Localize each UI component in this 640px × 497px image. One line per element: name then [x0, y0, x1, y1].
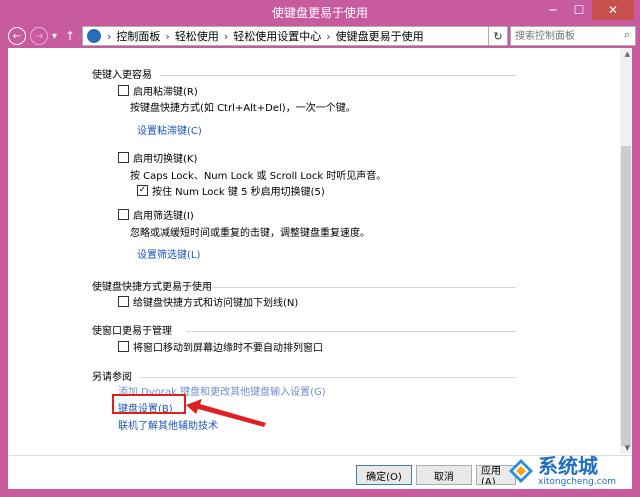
- recent-locations-button[interactable]: ▾: [52, 31, 57, 42]
- checkbox-box[interactable]: [118, 85, 129, 96]
- filter-keys-checkbox[interactable]: 启用筛选键(I): [118, 207, 194, 222]
- breadcrumb[interactable]: › 控制面板 › 轻松使用 › 轻松使用设置中心 › 使键盘更易于使用 ▾: [82, 26, 506, 46]
- vertical-scrollbar[interactable]: ▲ ▼: [620, 48, 632, 454]
- scroll-up-icon[interactable]: ▲: [625, 50, 630, 58]
- watermark: 系统城 xitongcheng.com: [508, 450, 628, 492]
- underline-shortcuts-checkbox[interactable]: 给键盘快捷方式和访问键加下划线(N): [118, 294, 298, 309]
- checkbox-label: 启用粘滞键(R): [133, 87, 198, 98]
- window: 使键盘更易于使用 ─ ☐ ✕ ← → ▾ ↑ › 控制面板 › 轻松使用 › 轻…: [0, 0, 640, 497]
- control-panel-icon: [87, 29, 101, 43]
- checkbox-label: 按住 Num Lock 键 5 秒启用切换键(5): [152, 187, 325, 198]
- setup-filter-keys-link[interactable]: 设置筛选键(L): [137, 246, 200, 261]
- breadcrumb-separator: ›: [107, 29, 112, 43]
- toggle-keys-checkbox[interactable]: 启用切换键(K): [118, 150, 197, 165]
- checkbox-box[interactable]: [118, 341, 129, 352]
- toggle-keys-description: 按 Caps Lock、Num Lock 或 Scroll Lock 时听见声音…: [130, 171, 387, 182]
- sticky-keys-description: 按键盘快捷方式(如 Ctrl+Alt+Del)，一次一个键。: [130, 103, 356, 114]
- watermark-text: 系统城 xitongcheng.com: [538, 455, 616, 487]
- sticky-keys-checkbox[interactable]: 启用粘滞键(R): [118, 83, 198, 98]
- forward-button[interactable]: →: [30, 27, 48, 45]
- cancel-button[interactable]: 取消: [416, 465, 472, 485]
- refresh-button[interactable]: ↻: [488, 26, 508, 46]
- annotation-highlight-box: [112, 394, 186, 414]
- watermark-sub: xitongcheng.com: [538, 477, 616, 487]
- content-pane: ▲ ▼: [8, 48, 632, 489]
- section-title-shortcuts: 使键盘快捷方式更易于使用: [92, 282, 212, 293]
- checkbox-label: 启用切换键(K): [133, 154, 198, 165]
- checkbox-box[interactable]: [118, 209, 129, 220]
- section-title-see-also: 另请参阅: [92, 372, 132, 383]
- scrollbar-thumb[interactable]: [621, 146, 631, 446]
- setup-sticky-keys-link[interactable]: 设置粘滞键(C): [137, 122, 202, 137]
- address-bar: ← → ▾ ↑ › 控制面板 › 轻松使用 › 轻松使用设置中心 › 使键盘更易…: [4, 24, 636, 48]
- section-title-windows: 使窗口更易于管理: [92, 326, 172, 337]
- minimize-button[interactable]: ─: [540, 0, 566, 20]
- up-button[interactable]: ↑: [65, 29, 75, 43]
- breadcrumb-separator: ›: [165, 29, 170, 43]
- checkbox-label: 给键盘快捷方式和访问键加下划线(N): [133, 298, 299, 309]
- breadcrumb-item[interactable]: 控制面板: [116, 28, 160, 44]
- checkbox-label: 启用筛选键(I): [133, 211, 194, 222]
- back-button[interactable]: ←: [8, 27, 26, 45]
- title-bar: 使键盘更易于使用 ─ ☐ ✕: [0, 0, 640, 24]
- numlock-toggle-checkbox[interactable]: ✓ 按住 Num Lock 键 5 秒启用切换键(5): [137, 183, 325, 198]
- breadcrumb-separator: ›: [223, 29, 229, 43]
- watermark-logo-icon: [509, 459, 533, 483]
- section-divider: [212, 287, 516, 288]
- annotation-arrow-icon: [186, 399, 266, 427]
- breadcrumb-separator: ›: [326, 29, 331, 43]
- no-auto-arrange-checkbox[interactable]: 将窗口移动到屏幕边缘时不要自动排列窗口: [118, 339, 323, 354]
- breadcrumb-item[interactable]: 使键盘更易于使用: [336, 28, 424, 44]
- checkbox-box[interactable]: [118, 152, 129, 163]
- ok-button[interactable]: 确定(O): [356, 465, 412, 485]
- section-title-easier-typing: 使键入更容易: [92, 70, 152, 81]
- section-divider: [186, 331, 516, 332]
- checkbox-box[interactable]: [118, 296, 129, 307]
- breadcrumb-item[interactable]: 轻松使用: [175, 28, 219, 44]
- close-button[interactable]: ✕: [592, 0, 634, 20]
- section-divider: [160, 75, 516, 76]
- watermark-main: 系统城: [538, 454, 598, 478]
- maximize-button[interactable]: ☐: [566, 0, 592, 20]
- search-input[interactable]: [510, 26, 636, 46]
- section-divider: [140, 377, 516, 378]
- filter-keys-description: 忽略或减缓短时间或重复的击键，调整键盘重复速度。: [130, 228, 370, 239]
- search-icon[interactable]: ⌕: [624, 28, 630, 42]
- checkbox-box[interactable]: ✓: [137, 185, 148, 196]
- checkbox-label: 将窗口移动到屏幕边缘时不要自动排列窗口: [133, 343, 323, 354]
- window-controls: ─ ☐ ✕: [540, 0, 634, 20]
- breadcrumb-item[interactable]: 轻松使用设置中心: [233, 28, 321, 44]
